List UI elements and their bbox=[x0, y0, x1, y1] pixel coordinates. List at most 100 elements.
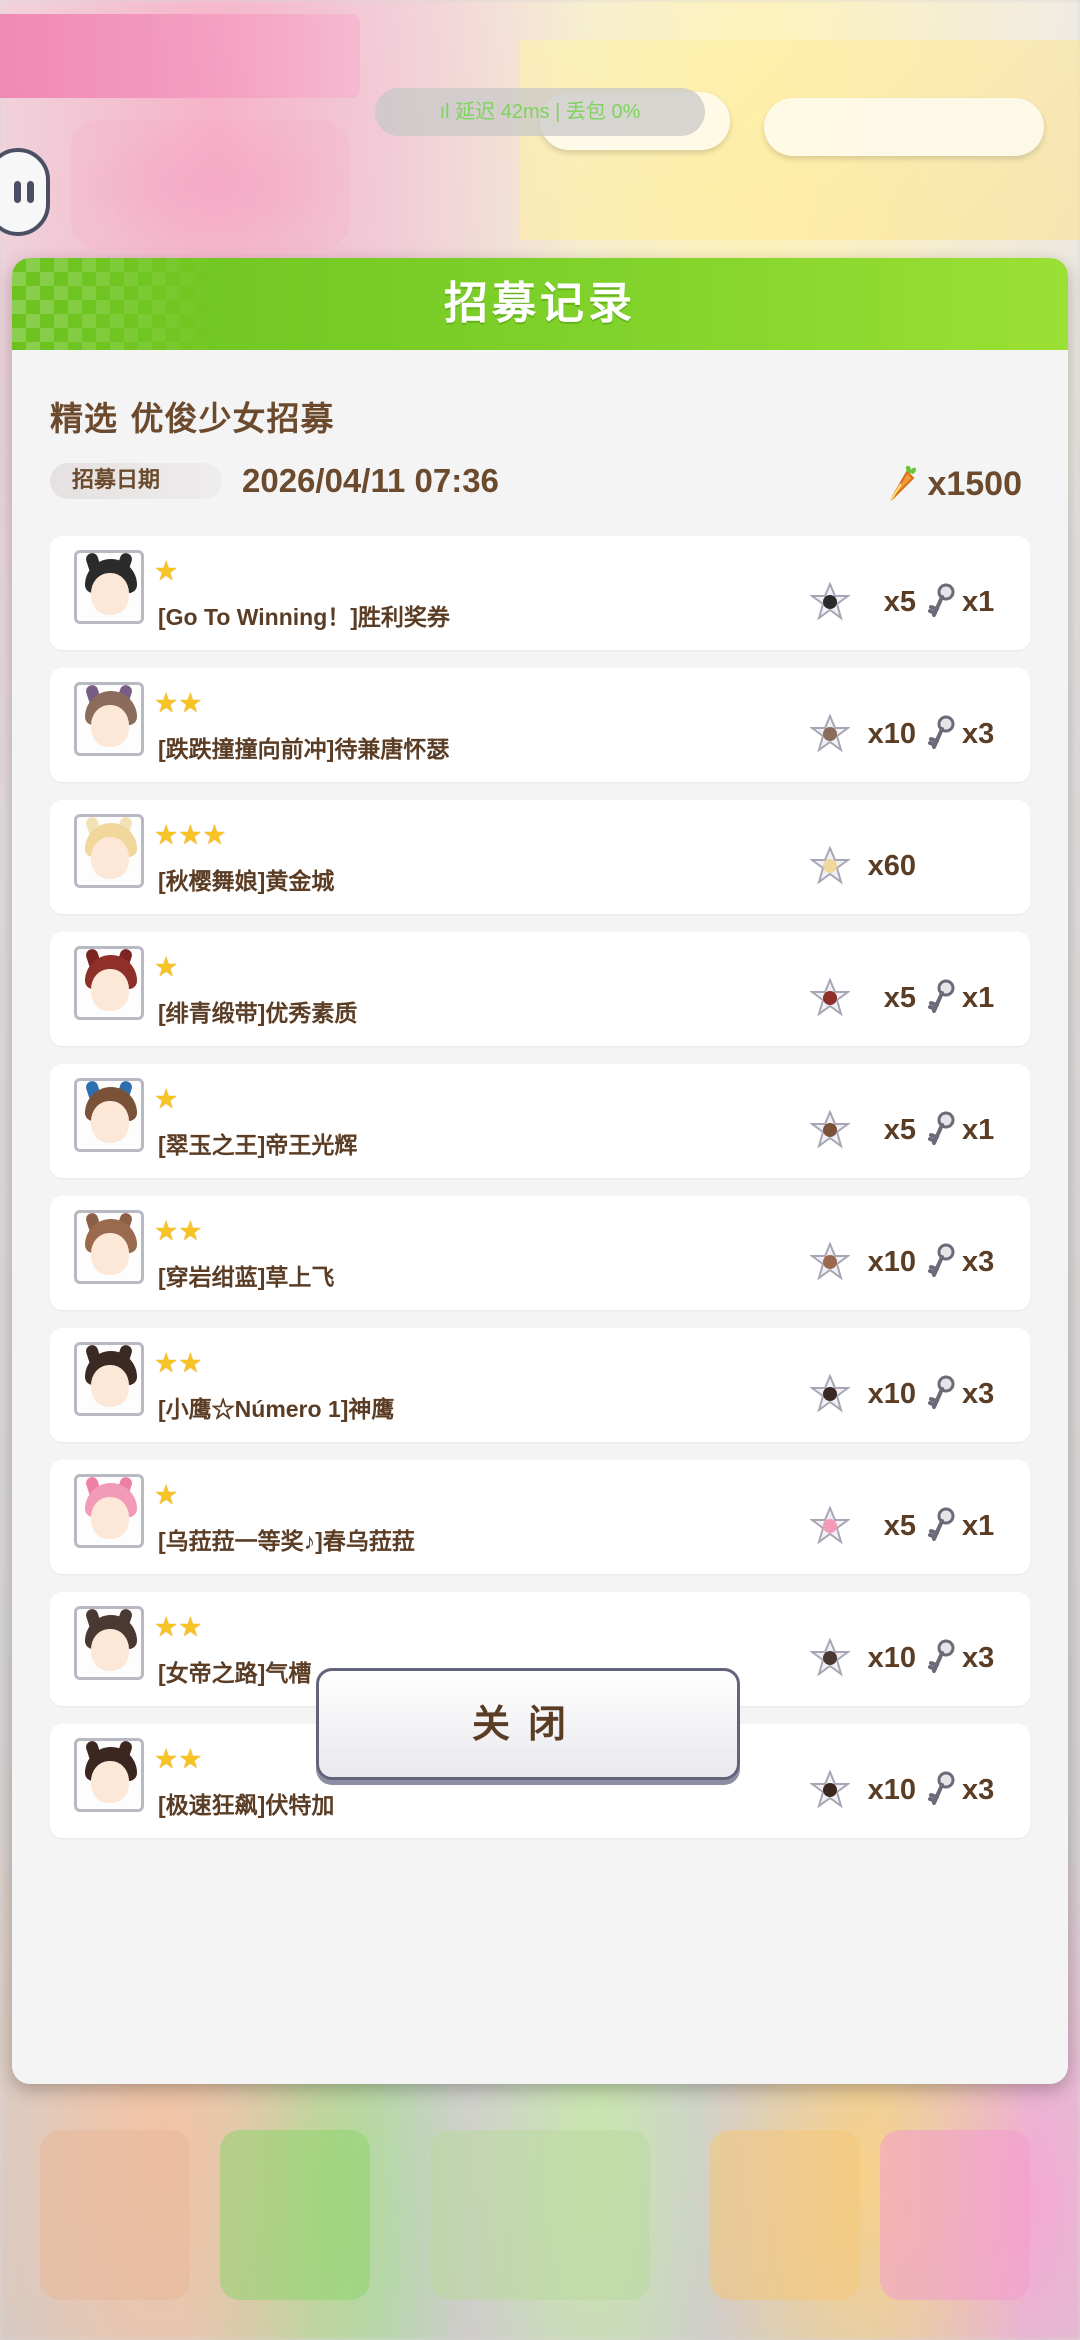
star-icon: ★★★ bbox=[154, 820, 227, 851]
banner-name: 精选 优俊少女招募 bbox=[50, 399, 335, 438]
reward-group: x5 x1 bbox=[810, 582, 994, 622]
network-status: ıl 延迟 42ms | 丢包 0% bbox=[375, 88, 705, 136]
key-icon bbox=[928, 1375, 958, 1413]
rarity-stars: ★ bbox=[154, 954, 178, 981]
character-portrait[interactable] bbox=[74, 1606, 144, 1680]
rarity-stars: ★★ bbox=[154, 1350, 202, 1377]
result-row: ★ [Go To Winning！]胜利奖券 x5 x1 bbox=[50, 536, 1030, 650]
card-name: [Go To Winning！]胜利奖券 bbox=[158, 604, 450, 630]
character-piece-icon bbox=[810, 1110, 850, 1150]
character-piece-icon bbox=[810, 582, 850, 622]
piece-count: x10 bbox=[867, 1245, 916, 1278]
key-count: x1 bbox=[962, 585, 995, 618]
character-portrait[interactable] bbox=[74, 946, 144, 1020]
card-name: [小鹰☆Número 1]神鹰 bbox=[158, 1396, 395, 1422]
star-icon: ★ bbox=[154, 1084, 179, 1115]
key-count: x3 bbox=[962, 1773, 995, 1806]
background-header-bar bbox=[0, 14, 360, 98]
character-piece-icon bbox=[810, 714, 850, 754]
character-portrait[interactable] bbox=[74, 550, 144, 624]
piece-count: x5 bbox=[883, 1509, 916, 1542]
key-count: x3 bbox=[962, 1377, 995, 1410]
cost-display: x1500 bbox=[881, 462, 1022, 506]
character-portrait[interactable] bbox=[74, 1342, 144, 1416]
card-name: [乌菈菈一等奖♪]春乌菈菈 bbox=[158, 1528, 415, 1554]
result-list: ★ [Go To Winning！]胜利奖券 x5 x1 ★★ [跌跌撞撞向前冲… bbox=[50, 536, 1030, 1838]
carrot-icon bbox=[881, 462, 917, 506]
star-icon: ★ bbox=[154, 952, 179, 983]
reward-group: x5 x1 bbox=[810, 1110, 994, 1150]
key-icon bbox=[928, 1507, 958, 1545]
rarity-stars: ★★ bbox=[154, 690, 202, 717]
key-icon bbox=[928, 1771, 958, 1809]
dialog-title: 招募记录 bbox=[444, 278, 636, 329]
result-row: ★★ [穿岩绀蓝]草上飞 x10 x3 bbox=[50, 1196, 1030, 1310]
piece-count: x5 bbox=[883, 1113, 916, 1146]
rarity-stars: ★★ bbox=[154, 1746, 202, 1773]
character-piece-icon bbox=[810, 1506, 850, 1546]
pause-icon bbox=[14, 181, 21, 203]
character-portrait[interactable] bbox=[74, 814, 144, 888]
character-portrait[interactable] bbox=[74, 1738, 144, 1812]
character-portrait[interactable] bbox=[74, 1474, 144, 1548]
rarity-stars: ★★★ bbox=[154, 822, 227, 849]
key-icon bbox=[928, 979, 958, 1017]
card-name: [穿岩绀蓝]草上飞 bbox=[158, 1264, 335, 1290]
key-count: x3 bbox=[962, 1245, 995, 1278]
piece-count: x10 bbox=[867, 1641, 916, 1674]
gacha-history-dialog: 招募记录 精选 优俊少女招募 招募日期 2026/04/11 07:36 x15… bbox=[12, 258, 1068, 2084]
piece-count: x10 bbox=[867, 1773, 916, 1806]
reward-group: x5 x1 bbox=[810, 978, 994, 1018]
key-icon bbox=[928, 583, 958, 621]
card-name: [跌跌撞撞向前冲]待兼唐怀瑟 bbox=[158, 736, 450, 762]
background-title-art bbox=[70, 120, 350, 250]
key-count: x1 bbox=[962, 981, 995, 1014]
recruit-summary: 精选 优俊少女招募 招募日期 2026/04/11 07:36 x1500 bbox=[50, 350, 1030, 532]
pause-button[interactable] bbox=[0, 148, 50, 236]
reward-group: x10 x3 bbox=[810, 714, 994, 754]
piece-count: x60 bbox=[867, 849, 916, 882]
result-row: ★★ [小鹰☆Número 1]神鹰 x10 x3 bbox=[50, 1328, 1030, 1442]
reward-group: x60 bbox=[810, 846, 916, 886]
card-name: [秋樱舞娘]黄金城 bbox=[158, 868, 335, 894]
reward-group: x10 x3 bbox=[810, 1242, 994, 1282]
star-icon: ★★ bbox=[154, 1348, 203, 1379]
key-icon bbox=[928, 1111, 958, 1149]
card-name: [女帝之路]气槽 bbox=[158, 1660, 312, 1686]
piece-count: x5 bbox=[883, 585, 916, 618]
character-piece-icon bbox=[810, 1242, 850, 1282]
reward-group: x10 x3 bbox=[810, 1638, 994, 1678]
cost-value: x1500 bbox=[927, 464, 1022, 503]
reward-group: x5 x1 bbox=[810, 1506, 994, 1546]
star-icon: ★ bbox=[154, 1480, 179, 1511]
star-icon: ★★ bbox=[154, 1744, 203, 1775]
rarity-stars: ★ bbox=[154, 1086, 178, 1113]
result-row: ★ [绯青缎带]优秀素质 x5 x1 bbox=[50, 932, 1030, 1046]
piece-count: x5 bbox=[883, 981, 916, 1014]
reward-group: x10 x3 bbox=[810, 1374, 994, 1414]
result-row: ★★★ [秋樱舞娘]黄金城 x60 bbox=[50, 800, 1030, 914]
dialog-header: 招募记录 bbox=[12, 258, 1068, 350]
character-portrait[interactable] bbox=[74, 1210, 144, 1284]
character-portrait[interactable] bbox=[74, 682, 144, 756]
reward-group: x10 x3 bbox=[810, 1770, 994, 1810]
date-label: 招募日期 bbox=[50, 463, 222, 499]
date-value: 2026/04/11 07:36 bbox=[242, 462, 499, 499]
rarity-stars: ★ bbox=[154, 1482, 178, 1509]
character-piece-icon bbox=[810, 978, 850, 1018]
piece-count: x10 bbox=[867, 717, 916, 750]
card-name: [极速狂飙]伏特加 bbox=[158, 1792, 335, 1818]
result-row: ★ [乌菈菈一等奖♪]春乌菈菈 x5 x1 bbox=[50, 1460, 1030, 1574]
key-icon bbox=[928, 1639, 958, 1677]
card-name: [绯青缎带]优秀素质 bbox=[158, 1000, 358, 1026]
result-row: ★★ [跌跌撞撞向前冲]待兼唐怀瑟 x10 x3 bbox=[50, 668, 1030, 782]
close-button[interactable]: 关闭 bbox=[316, 1668, 740, 1780]
character-piece-icon bbox=[810, 1770, 850, 1810]
character-piece-icon bbox=[810, 846, 850, 886]
star-icon: ★★ bbox=[154, 688, 203, 719]
star-icon: ★★ bbox=[154, 1612, 203, 1643]
key-count: x3 bbox=[962, 1641, 995, 1674]
character-portrait[interactable] bbox=[74, 1078, 144, 1152]
background-button bbox=[764, 98, 1044, 156]
key-icon bbox=[928, 1243, 958, 1281]
